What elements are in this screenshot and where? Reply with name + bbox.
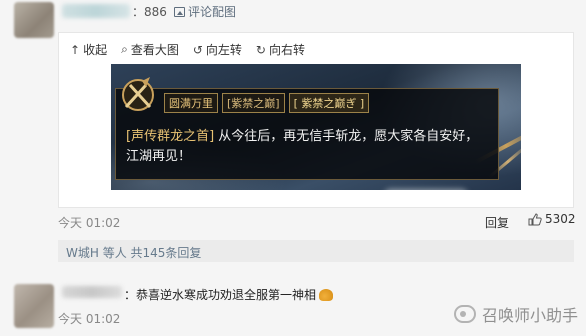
- chip-title: 圆满万里: [164, 93, 218, 113]
- avatar[interactable]: [14, 284, 54, 328]
- top-like-count: ：886: [132, 5, 167, 19]
- watermark-text: 召唤师小助手: [482, 306, 579, 325]
- collapse-label: 收起: [83, 43, 108, 57]
- search-icon: ⌕: [121, 42, 128, 56]
- rotate-right-button[interactable]: ↻ 向右转: [256, 41, 305, 58]
- arrow-up-icon: ↑: [70, 42, 81, 57]
- chat-message: [声传群龙之首] 从今往后，再无信手斩龙，愿大家各自安好，江湖再见！: [126, 127, 486, 167]
- image-icon: [174, 6, 185, 17]
- game-chat-dialog: 圆满万里 [紫禁之巅] [ 紫禁之巅ぎ ] [声传群龙之首] 从今往后，再无信手…: [115, 77, 499, 190]
- view-large-button[interactable]: ⌕ 查看大图: [121, 41, 179, 58]
- rotate-right-label: 向右转: [268, 43, 305, 57]
- comment-time: 今天 01:02: [58, 312, 121, 326]
- rotate-left-button[interactable]: ↺ 向左转: [193, 41, 242, 58]
- chip-guild: [紫禁之巅]: [222, 93, 285, 113]
- rotate-left-icon: ↺: [192, 42, 203, 57]
- blurred-region: [384, 189, 468, 190]
- like-count: 5302: [545, 212, 576, 226]
- collapse-button[interactable]: ↑ 收起: [70, 41, 107, 58]
- replies-summary-bar[interactable]: W城H 等人 共145条回复: [58, 240, 574, 262]
- username-blurred[interactable]: [62, 286, 122, 298]
- second-comment-text: ：恭喜逆水寒成功劝退全服第一神相: [124, 286, 334, 303]
- second-comment-body: ：恭喜逆水寒成功劝退全服第一神相: [124, 288, 317, 302]
- watermark: 召唤师小助手: [454, 302, 578, 326]
- thumbs-up-icon: [528, 212, 542, 225]
- rotate-right-icon: ↻: [255, 42, 266, 57]
- pray-emoji-icon: [319, 289, 334, 301]
- image-toolbar: ↑ 收起 ⌕ 查看大图 ↺ 向左转 ↻ 向右转: [70, 41, 305, 58]
- reply-button[interactable]: 回复: [485, 214, 509, 231]
- game-screenshot-image[interactable]: 圆满万里 [紫禁之巅] [ 紫禁之巅ぎ ] [声传群龙之首] 从今往后，再无信手…: [111, 64, 521, 190]
- rotate-left-label: 向左转: [205, 43, 242, 57]
- chat-message-tag: [声传群龙之首]: [126, 129, 215, 144]
- pic-comment-link[interactable]: 评论配图: [174, 3, 236, 20]
- crossed-swords-emblem-icon: [122, 77, 154, 111]
- username-blurred[interactable]: [62, 4, 130, 18]
- chip-player: [ 紫禁之巅ぎ ]: [288, 93, 370, 113]
- like-button[interactable]: 5302: [528, 212, 576, 226]
- comment-feed: ：886 评论配图 ↑ 收起 ⌕ 查看大图 ↺ 向左转 ↻ 向右转 圆满万里 […: [0, 0, 586, 336]
- avatar[interactable]: [14, 2, 54, 38]
- wechat-logo-icon: [454, 305, 476, 323]
- replies-summary-text: W城H 等人 共145条回复: [66, 246, 202, 260]
- pic-comment-label: 评论配图: [188, 5, 237, 19]
- comment-time: 今天 01:02: [58, 216, 121, 230]
- view-large-label: 查看大图: [130, 43, 179, 57]
- chat-header-chips: 圆满万里 [紫禁之巅] [ 紫禁之巅ぎ ]: [164, 93, 370, 113]
